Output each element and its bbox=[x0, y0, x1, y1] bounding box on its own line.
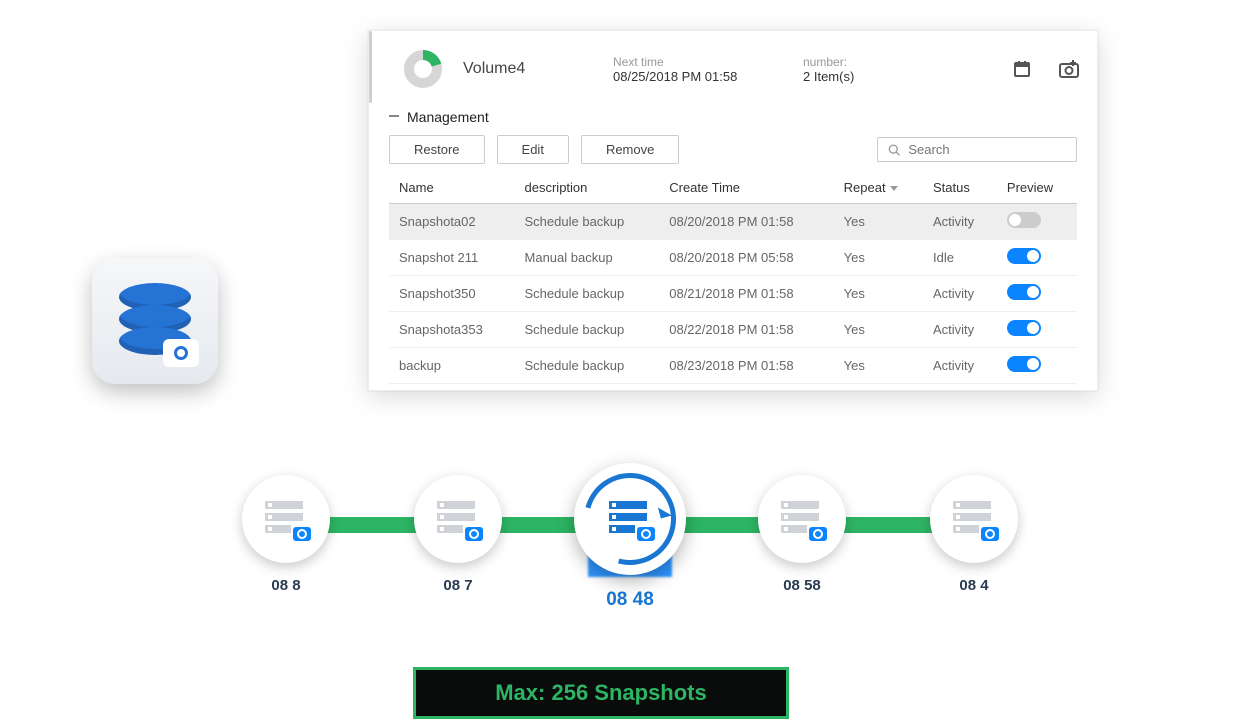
edit-button[interactable]: Edit bbox=[497, 135, 569, 164]
table-row[interactable]: Snapshota02Schedule backup08/20/2018 PM … bbox=[389, 204, 1077, 240]
cell-create-time: 08/21/2018 PM 01:58 bbox=[659, 276, 833, 312]
cell-status: Activity bbox=[923, 276, 997, 312]
next-time-block: Next time 08/25/2018 PM 01:58 bbox=[613, 55, 783, 84]
cell-create-time: 08/22/2018 PM 01:58 bbox=[659, 312, 833, 348]
cell-name: backup bbox=[389, 348, 515, 384]
panel-header: Volume4 Next time 08/25/2018 PM 01:58 nu… bbox=[389, 49, 1077, 89]
snapshot-node-icon bbox=[758, 475, 846, 563]
cell-preview bbox=[997, 276, 1077, 312]
timeline-label: 08 58 bbox=[783, 577, 821, 594]
search-icon bbox=[888, 143, 900, 157]
app-icon bbox=[92, 258, 218, 384]
cell-status: Idle bbox=[923, 240, 997, 276]
table-row[interactable]: Snapshot 211Manual backup08/20/2018 PM 0… bbox=[389, 240, 1077, 276]
cell-repeat: Yes bbox=[834, 276, 923, 312]
cell-status: Activity bbox=[923, 348, 997, 384]
cell-create-time: 08/20/2018 PM 05:58 bbox=[659, 240, 833, 276]
cell-repeat: Yes bbox=[834, 348, 923, 384]
next-time-value: 08/25/2018 PM 01:58 bbox=[613, 69, 783, 84]
snapshot-timeline: 08 8 08 7 08 48 08 58 08 4 bbox=[200, 475, 1060, 635]
col-description[interactable]: description bbox=[515, 172, 660, 204]
col-preview[interactable]: Preview bbox=[997, 172, 1077, 204]
timeline-label: 08 4 bbox=[959, 577, 988, 594]
volume-usage-donut bbox=[403, 49, 443, 89]
cell-repeat: Yes bbox=[834, 204, 923, 240]
storage-snapshot-icon bbox=[437, 501, 479, 537]
cell-repeat: Yes bbox=[834, 312, 923, 348]
timeline-label: 08 7 bbox=[443, 577, 472, 594]
number-label: number: bbox=[803, 55, 973, 69]
storage-snapshot-icon bbox=[781, 501, 823, 537]
cell-description: Schedule backup bbox=[515, 204, 660, 240]
storage-snapshot-icon bbox=[265, 501, 307, 537]
preview-toggle[interactable] bbox=[1007, 356, 1041, 372]
timeline-node[interactable]: 08 8 bbox=[200, 475, 372, 594]
section-title-text: Management bbox=[407, 109, 489, 125]
timeline-node[interactable]: 08 4 bbox=[888, 475, 1060, 594]
cell-preview bbox=[997, 204, 1077, 240]
table-row[interactable]: Snapshota353Schedule backup08/22/2018 PM… bbox=[389, 312, 1077, 348]
snapshot-node-icon bbox=[414, 475, 502, 563]
snapshot-node-icon bbox=[574, 463, 686, 575]
cell-preview bbox=[997, 348, 1077, 384]
preview-toggle[interactable] bbox=[1007, 212, 1041, 228]
cell-status: Activity bbox=[923, 312, 997, 348]
snapshot-table: Name description Create Time Repeat Stat… bbox=[389, 172, 1077, 384]
snapshot-node-icon bbox=[242, 475, 330, 563]
preview-toggle[interactable] bbox=[1007, 320, 1041, 336]
cell-preview bbox=[997, 240, 1077, 276]
remove-button[interactable]: Remove bbox=[581, 135, 679, 164]
preview-toggle[interactable] bbox=[1007, 248, 1041, 264]
cell-name: Snapshota353 bbox=[389, 312, 515, 348]
cell-create-time: 08/23/2018 PM 01:58 bbox=[659, 348, 833, 384]
timeline-label: 08 48 bbox=[606, 589, 654, 611]
take-snapshot-icon[interactable] bbox=[1059, 59, 1079, 79]
timeline-label: 08 8 bbox=[271, 577, 300, 594]
cell-name: Snapshot350 bbox=[389, 276, 515, 312]
cell-description: Manual backup bbox=[515, 240, 660, 276]
table-row[interactable]: backupSchedule backup08/23/2018 PM 01:58… bbox=[389, 348, 1077, 384]
max-snapshots-badge: Max: 256 Snapshots bbox=[413, 667, 789, 719]
col-status[interactable]: Status bbox=[923, 172, 997, 204]
max-snapshots-text: Max: 256 Snapshots bbox=[495, 680, 707, 706]
preview-toggle[interactable] bbox=[1007, 284, 1041, 300]
cell-status: Activity bbox=[923, 204, 997, 240]
table-header-row: Name description Create Time Repeat Stat… bbox=[389, 172, 1077, 204]
col-create-time[interactable]: Create Time bbox=[659, 172, 833, 204]
number-value: 2 Item(s) bbox=[803, 69, 973, 84]
restore-button[interactable]: Restore bbox=[389, 135, 485, 164]
snapshot-panel: Volume4 Next time 08/25/2018 PM 01:58 nu… bbox=[368, 30, 1098, 391]
col-name[interactable]: Name bbox=[389, 172, 515, 204]
timeline-node[interactable]: 08 7 bbox=[372, 475, 544, 594]
collapse-icon[interactable] bbox=[389, 115, 399, 117]
volume-name: Volume4 bbox=[463, 60, 593, 78]
cell-create-time: 08/20/2018 PM 01:58 bbox=[659, 204, 833, 240]
cell-description: Schedule backup bbox=[515, 312, 660, 348]
storage-snapshot-icon bbox=[953, 501, 995, 537]
search-box[interactable] bbox=[877, 137, 1077, 162]
cell-name: Snapshot 211 bbox=[389, 240, 515, 276]
section-title: Management bbox=[389, 109, 1077, 125]
next-time-label: Next time bbox=[613, 55, 783, 69]
table-row[interactable]: Snapshot350Schedule backup08/21/2018 PM … bbox=[389, 276, 1077, 312]
cell-repeat: Yes bbox=[834, 240, 923, 276]
cell-name: Snapshota02 bbox=[389, 204, 515, 240]
col-repeat[interactable]: Repeat bbox=[834, 172, 923, 204]
snapshot-node-icon bbox=[930, 475, 1018, 563]
cell-description: Schedule backup bbox=[515, 348, 660, 384]
sort-desc-icon bbox=[890, 186, 898, 191]
search-input[interactable] bbox=[908, 142, 1066, 157]
storage-snapshot-icon bbox=[609, 501, 651, 537]
toolbar: Restore Edit Remove bbox=[389, 135, 1077, 164]
timeline-node[interactable]: 08 58 bbox=[716, 475, 888, 594]
cell-preview bbox=[997, 312, 1077, 348]
timeline-node[interactable]: 08 48 bbox=[544, 475, 716, 611]
database-snapshot-icon bbox=[119, 283, 191, 359]
cell-description: Schedule backup bbox=[515, 276, 660, 312]
number-block: number: 2 Item(s) bbox=[803, 55, 973, 84]
schedule-icon[interactable] bbox=[1013, 59, 1031, 79]
